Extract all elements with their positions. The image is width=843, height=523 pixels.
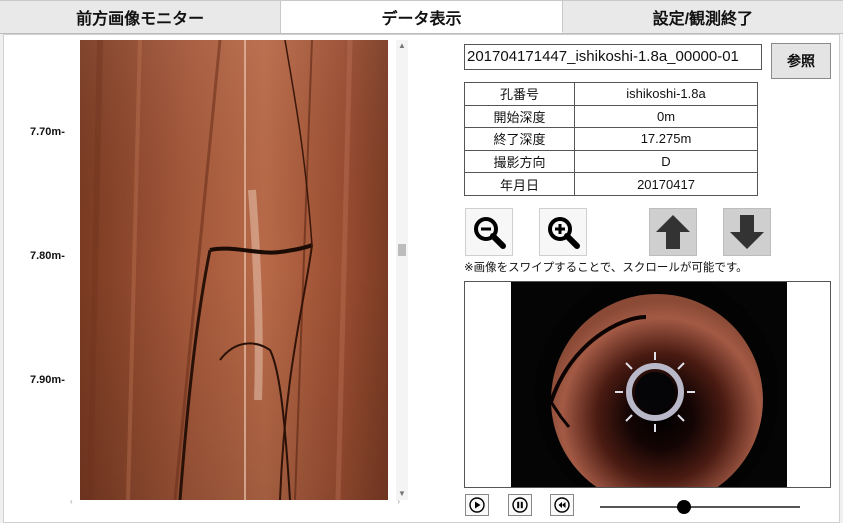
tab-front-monitor[interactable]: 前方画像モニター (0, 0, 282, 33)
scroll-left-icon[interactable]: ‹ (70, 497, 73, 506)
scroll-right-icon[interactable]: › (397, 497, 400, 506)
arrow-down-icon (730, 215, 764, 249)
info-key: 開始深度 (464, 104, 575, 129)
tab-bar: 前方画像モニター データ表示 設定/観測終了 (0, 0, 843, 34)
info-value: ishikoshi-1.8a (574, 82, 758, 106)
info-key: 年月日 (464, 172, 575, 196)
zoom-out-button[interactable] (465, 208, 513, 256)
play-button[interactable] (465, 494, 489, 516)
depth-label: 7.70m- (30, 126, 65, 138)
pause-icon (512, 497, 528, 513)
info-table: 孔番号 ishikoshi-1.8a 開始深度 0m 終了深度 17.275m 撮影方… (464, 82, 758, 196)
info-key: 撮影方向 (464, 149, 575, 174)
scroll-down-button[interactable] (723, 208, 771, 256)
vertical-scrollbar[interactable]: ▲ ▼ (396, 40, 408, 500)
table-row: 孔番号 ishikoshi-1.8a (464, 82, 758, 106)
rewind-icon (554, 497, 570, 513)
table-row: 年月日 20170417 (464, 172, 758, 196)
zoom-in-button[interactable] (539, 208, 587, 256)
playback-slider-thumb[interactable] (677, 500, 691, 514)
play-icon (469, 497, 485, 513)
camera-frame (511, 282, 787, 487)
tab-settings[interactable]: 設定/観測終了 (562, 0, 843, 33)
zoom-in-icon (548, 217, 580, 249)
scroll-up-icon[interactable]: ▲ (396, 40, 408, 52)
table-row: 開始深度 0m (464, 104, 758, 129)
table-row: 終了深度 17.275m (464, 127, 758, 151)
tab-data-display[interactable]: データ表示 (281, 0, 563, 33)
rewind-button[interactable] (550, 494, 574, 516)
filename-field[interactable]: 201704171447_ishikoshi-1.8a_00000-01 (464, 44, 762, 70)
browse-button[interactable]: 参照 (771, 43, 831, 79)
borehole-image[interactable] (80, 40, 388, 500)
swipe-hint: ※画像をスワイプすることで、スクロールが可能です。 (464, 262, 748, 274)
playback-slider[interactable] (600, 506, 800, 508)
table-row: 撮影方向 D (464, 149, 758, 174)
info-value: D (574, 149, 758, 174)
info-value: 20170417 (574, 172, 758, 196)
arrow-up-icon (656, 215, 690, 249)
scroll-up-button[interactable] (649, 208, 697, 256)
pause-button[interactable] (508, 494, 532, 516)
horizontal-scrollbar[interactable]: ‹ › (70, 497, 400, 508)
info-value: 17.275m (574, 127, 758, 151)
info-key: 孔番号 (464, 82, 575, 106)
info-value: 0m (574, 104, 758, 129)
depth-label: 7.90m- (30, 374, 65, 386)
scroll-thumb[interactable] (398, 244, 406, 256)
camera-view (464, 281, 831, 488)
info-key: 終了深度 (464, 127, 575, 151)
depth-label: 7.80m- (30, 250, 65, 262)
zoom-out-icon (474, 217, 506, 249)
